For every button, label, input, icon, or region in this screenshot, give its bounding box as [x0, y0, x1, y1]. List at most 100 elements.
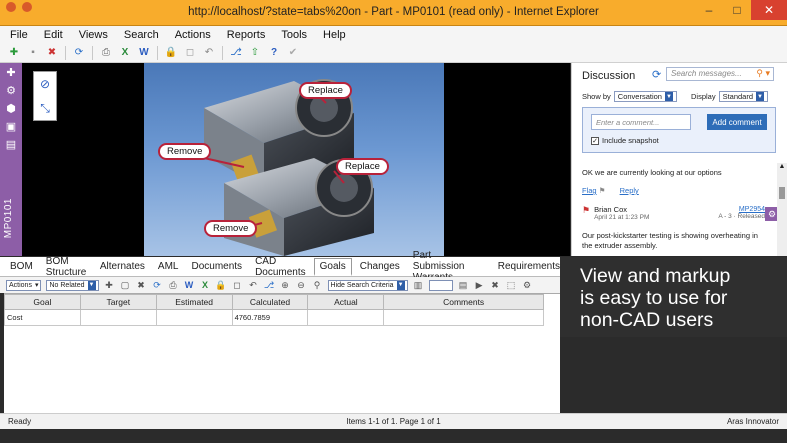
column-header[interactable]: Actual [307, 294, 385, 310]
menu-edit[interactable]: Edit [44, 29, 63, 41]
excel-icon[interactable]: X [119, 47, 131, 59]
zoom-out-icon[interactable]: ⊖ [296, 280, 307, 291]
export-icon[interactable]: ⬚ [506, 280, 517, 291]
column-header[interactable]: Target [79, 294, 157, 310]
scroll-up-icon[interactable]: ▲ [777, 163, 787, 170]
column-header[interactable]: Estimated [155, 294, 233, 310]
clear-icon[interactable]: ✖ [490, 280, 501, 291]
measure-icon[interactable]: ⤡ [34, 96, 56, 120]
delete-row-icon[interactable]: ✖ [136, 280, 147, 291]
undo-icon[interactable]: ↶ [203, 47, 215, 59]
tab-changes[interactable]: Changes [360, 261, 400, 272]
menu-reports[interactable]: Reports [227, 29, 266, 41]
discussion-scrollbar[interactable]: ▲ [777, 163, 787, 256]
undo-icon[interactable]: ↶ [248, 280, 259, 291]
new-row-icon[interactable]: ✚ [104, 280, 115, 291]
reply-link[interactable]: Reply [620, 186, 639, 195]
maximize-icon[interactable]: □ [723, 0, 751, 20]
tab-goals[interactable]: Goals [313, 257, 352, 276]
refresh-icon[interactable]: ⟳ [73, 47, 85, 59]
menu-help[interactable]: Help [323, 29, 346, 41]
menu-tools[interactable]: Tools [281, 29, 307, 41]
tab-cad-documents[interactable]: CAD Documents [255, 256, 306, 278]
lock-icon[interactable]: 🔒 [165, 47, 177, 59]
related-select[interactable]: No Related ▼ [46, 279, 99, 291]
version-icon[interactable]: ⎇ [264, 280, 275, 291]
table-cell[interactable] [383, 309, 544, 326]
tab-bom[interactable]: BOM [10, 261, 33, 272]
save-icon[interactable]: ▪ [27, 47, 39, 59]
delete-icon[interactable]: ✖ [46, 47, 58, 59]
filter-input[interactable] [428, 279, 453, 291]
markup-remove-label[interactable]: Remove [158, 143, 212, 160]
excel-icon[interactable]: X [200, 280, 211, 291]
cube-icon[interactable]: ⬢ [0, 99, 22, 117]
comment-input[interactable]: Enter a comment... [591, 114, 691, 130]
menu-views[interactable]: Views [79, 29, 108, 41]
display-select[interactable]: Standard ▼ [718, 91, 769, 102]
new-icon[interactable]: ✚ [8, 47, 20, 59]
menu-file[interactable]: File [10, 29, 28, 41]
table-cell[interactable] [307, 309, 385, 326]
flag-link[interactable]: Flag [582, 186, 597, 195]
cad-viewer[interactable]: ⊘ ⤡ Replace Remove Replace Remove [22, 63, 570, 256]
tab-documents[interactable]: Documents [191, 261, 242, 272]
search-icon[interactable]: ⚲ [312, 280, 323, 291]
settings-icon[interactable]: ⚙ [522, 280, 533, 291]
settings-icon[interactable]: ⚙ [0, 81, 22, 99]
close-icon[interactable]: ✕ [751, 0, 787, 20]
search-icon[interactable]: ⚲ ▾ [756, 68, 770, 79]
unlock-icon[interactable]: ◻ [232, 280, 243, 291]
compass-icon[interactable]: ⊘ [34, 72, 56, 96]
menu-actions[interactable]: Actions [175, 29, 211, 41]
markup-replace-label[interactable]: Replace [336, 158, 389, 175]
image-icon[interactable]: ▤ [0, 135, 22, 153]
include-snapshot-option[interactable]: ✓ Include snapshot [591, 136, 659, 145]
search-criteria-select[interactable]: Hide Search Criteria ▼ [327, 279, 408, 291]
unlock-icon[interactable]: ◻ [184, 47, 196, 59]
table-row[interactable]: Cost 4760.7859 [4, 309, 544, 326]
item-link[interactable]: MP2954 [718, 206, 765, 213]
promote-icon[interactable]: ⇧ [249, 47, 261, 59]
column-header[interactable]: Comments [383, 294, 544, 310]
flag-icon[interactable]: ⚑ [599, 186, 606, 195]
print-icon[interactable]: ⎙ [168, 280, 179, 291]
filter-icon[interactable]: ▤ [458, 280, 469, 291]
minimize-icon[interactable]: – [695, 0, 723, 20]
tab-alternates[interactable]: Alternates [100, 261, 145, 272]
model-scene[interactable]: Replace Remove Replace Remove [144, 63, 444, 256]
pick-icon[interactable]: ▢ [120, 280, 131, 291]
tab-requirements[interactable]: Requirements [498, 261, 560, 272]
version-icon[interactable]: ⎇ [230, 47, 242, 59]
refresh-icon[interactable]: ⟳ [152, 280, 163, 291]
run-icon[interactable]: ▶ [474, 280, 485, 291]
print-icon[interactable]: ⎙ [100, 47, 112, 59]
actions-menu[interactable]: Actions ▾ [6, 279, 42, 291]
scroll-thumb[interactable] [779, 187, 785, 199]
table-cell[interactable]: Cost [4, 309, 81, 326]
show-by-select[interactable]: Conversation ▼ [613, 91, 677, 102]
word-icon[interactable]: W [138, 47, 150, 59]
word-icon[interactable]: W [184, 280, 195, 291]
zoom-in-icon[interactable]: ⊕ [280, 280, 291, 291]
add-icon[interactable]: ✚ [0, 63, 22, 81]
search-messages-input[interactable]: Search messages... ⚲ ▾ [666, 67, 774, 81]
markup-replace-label[interactable]: Replace [299, 82, 352, 99]
markup-remove-label[interactable]: Remove [204, 220, 258, 237]
columns-icon[interactable]: ▥ [413, 280, 424, 291]
refresh-icon[interactable]: ⟳ [652, 68, 661, 81]
help-icon[interactable]: ? [268, 47, 280, 59]
column-header[interactable]: Calculated [231, 294, 309, 310]
table-cell[interactable] [155, 309, 233, 326]
lock-icon[interactable]: 🔒 [215, 280, 226, 291]
table-cell[interactable] [79, 309, 157, 326]
add-comment-button[interactable]: Add comment [707, 114, 767, 130]
tab-aml[interactable]: AML [158, 261, 179, 272]
check-icon[interactable]: ✔ [287, 47, 299, 59]
menu-search[interactable]: Search [124, 29, 159, 41]
snapshot-checkbox[interactable]: ✓ [591, 136, 599, 145]
table-cell[interactable]: 4760.7859 [231, 309, 309, 326]
structure-icon[interactable]: ▣ [0, 117, 22, 135]
column-header[interactable]: Goal [4, 294, 81, 310]
tab-bom-structure[interactable]: BOM Structure [46, 256, 87, 278]
